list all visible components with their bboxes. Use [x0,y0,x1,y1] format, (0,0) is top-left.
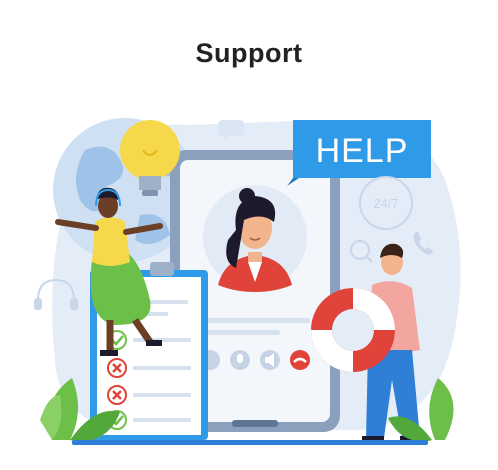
lifebuoy-icon [311,288,395,372]
text-line [200,330,280,335]
help-sign-text: HELP [316,132,409,170]
ground-line [72,440,428,445]
cross-icon [107,358,127,378]
text-line [200,318,310,323]
badge-24-7-text: 24/7 [373,196,398,211]
support-illustration: HELP 24/7 [34,118,461,445]
help-sign: HELP [287,120,431,186]
cross-icon [107,385,127,405]
